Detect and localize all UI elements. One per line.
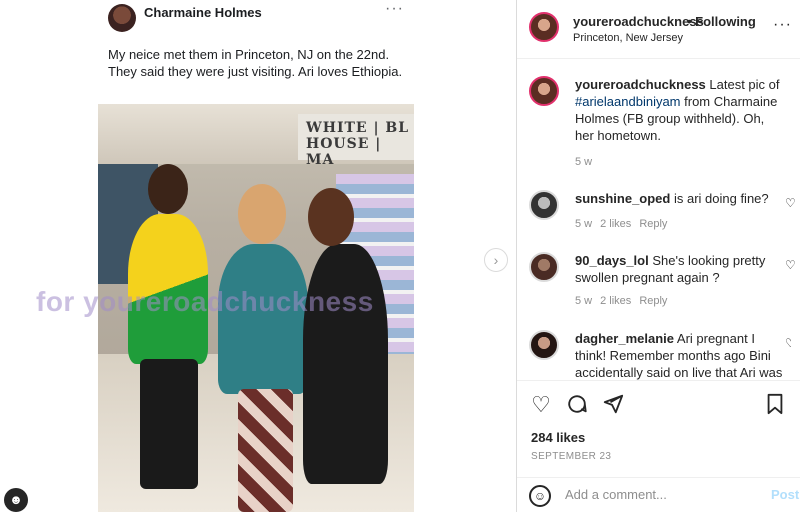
person-2-head [238,184,286,244]
person-2 [218,244,308,394]
comment-likes[interactable]: 2 likes [600,295,631,307]
comment-like-icon[interactable]: ♡ [785,336,791,350]
reply-button[interactable]: Reply [639,295,667,307]
add-comment-input[interactable]: Add a comment... [565,487,667,502]
avatar[interactable] [529,330,559,360]
comment-username[interactable]: sunshine_oped [575,191,670,206]
comment-time: 5 w [575,295,593,307]
comment-meta: 5 w 2 likes Reply [575,295,675,307]
comment-meta: 5 w 2 likes Reply [575,218,675,230]
person-1-head [148,164,188,214]
emoji-icon[interactable]: ☺ [529,485,551,507]
avatar[interactable] [529,12,559,42]
comment-like-icon[interactable]: ♡ [785,258,796,272]
fb-post-text: My neice met them in Princeton, NJ on th… [108,47,403,79]
caption-meta: 5 w [575,156,600,168]
post-date: SEPTEMBER 23 [531,451,612,462]
comment-icon[interactable] [565,393,589,417]
share-icon[interactable] [601,393,625,417]
comment-text: 90_days_lol She's looking pretty swollen… [575,252,785,286]
next-arrow-icon[interactable]: › [484,248,508,272]
bookmark-icon[interactable] [763,393,787,417]
post-details-panel: youreroadchuckness • Following Princeton… [517,0,800,512]
fb-author-avatar [108,4,136,32]
person-2-legs [238,389,293,512]
add-comment-row: ☺ Add a comment... Post [517,477,800,514]
comment-username[interactable]: 90_days_lol [575,253,649,268]
reply-button[interactable]: Reply [639,218,667,230]
post-actions: ♡ 284 likes SEPTEMBER 23 ☺ Add a comment… [517,380,800,513]
following-status[interactable]: • Following [687,14,756,29]
avatar[interactable] [529,76,559,106]
comment-like-icon[interactable]: ♡ [785,196,796,210]
caption-username[interactable]: youreroadchuckness [575,77,706,92]
comment-body: is ari doing fine? [670,191,769,206]
comment-text: dagher_melanie Ari pregnant I think! Rem… [575,330,785,380]
post-media-panel: Charmaine Holmes ··· My neice met them i… [0,0,516,512]
caption-text: youreroadchuckness Latest pic of #ariela… [575,76,785,144]
comment: sunshine_oped is ari doing fine? ♡ 5 w 2 … [529,190,796,234]
fb-author-name: Charmaine Holmes [144,5,262,20]
comment: 90_days_lol She's looking pretty swollen… [529,252,796,312]
share-icon-svg [603,394,624,414]
person-1-legs [140,359,198,489]
comment-likes[interactable]: 2 likes [600,218,631,230]
heart-icon[interactable]: ♡ [529,393,553,417]
more-options-icon[interactable]: ··· [773,16,792,34]
fb-more-icon: ··· [385,0,404,17]
caption-hashtag[interactable]: #arielaandbiniyam [575,94,681,109]
avatar[interactable] [529,190,559,220]
comment: dagher_melanie Ari pregnant I think! Rem… [529,330,791,380]
person-3-head [308,188,354,246]
person-3 [303,244,388,484]
store-sign: WHITE | BL HOUSE | MA [298,114,414,168]
watermark-text: for youreroadchuckness [36,286,374,317]
caption: youreroadchuckness Latest pic of #ariela… [529,76,791,168]
bookmark-icon-svg [767,393,783,415]
header-username[interactable]: youreroadchuckness [573,14,704,29]
comment-time: 5 w [575,218,593,230]
account-icon[interactable]: ☻ [4,488,28,512]
post-header: youreroadchuckness • Following Princeton… [517,0,800,59]
caption-text-before: Latest pic of [705,77,780,92]
likes-count[interactable]: 284 likes [531,430,585,445]
caption-time: 5 w [575,156,593,168]
comment-icon-svg [568,395,587,413]
post-location[interactable]: Princeton, New Jersey [573,32,683,44]
post-button[interactable]: Post [771,487,799,502]
avatar[interactable] [529,252,559,282]
comment-username[interactable]: dagher_melanie [575,331,674,346]
comment-text: sunshine_oped is ari doing fine? [575,190,785,207]
